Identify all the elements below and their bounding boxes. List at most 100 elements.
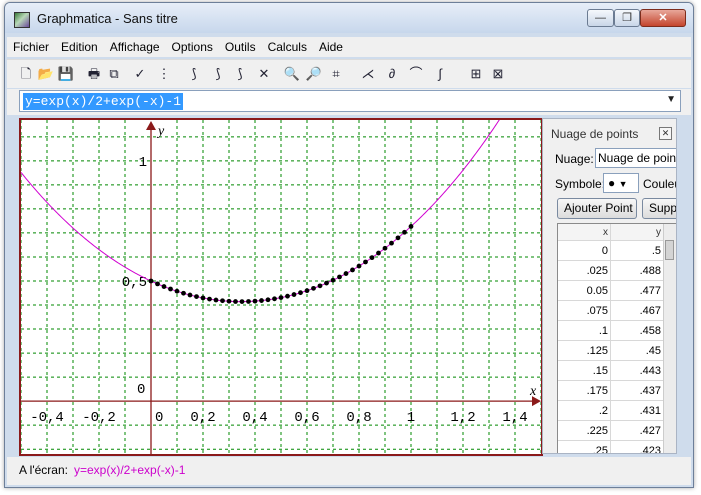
symbol-select[interactable]: ● ▼ <box>603 173 639 193</box>
menu-fichier[interactable]: Fichier <box>7 37 55 54</box>
cell-x[interactable]: .15 <box>558 360 611 381</box>
cell-x[interactable]: .025 <box>558 260 611 281</box>
table-row[interactable]: .025.488 <box>558 260 663 281</box>
window-title: Graphmatica - Sans titre <box>37 11 178 26</box>
graph-icon[interactable]: ⟆ <box>185 65 203 83</box>
data-point <box>363 259 368 265</box>
cell-y[interactable]: .488 <box>610 260 663 281</box>
zoom-in-icon[interactable]: 🔍 <box>283 65 301 83</box>
table-row[interactable]: .075.467 <box>558 300 663 321</box>
integral-icon[interactable]: ∫ <box>431 65 449 83</box>
equation-bar: y=exp(x)/2+exp(-x)-1 ▼ <box>7 89 691 115</box>
data-point <box>356 263 362 269</box>
cell-x[interactable]: .2 <box>558 400 611 421</box>
cell-x[interactable]: .225 <box>558 420 611 441</box>
table-row[interactable]: .225.427 <box>558 420 663 441</box>
data-point <box>161 284 167 289</box>
title-bar[interactable]: Graphmatica - Sans titre — ❐ ✕ <box>5 3 693 33</box>
cell-x[interactable]: .1 <box>558 320 611 341</box>
table-row[interactable]: .175.437 <box>558 380 663 401</box>
data-point <box>187 292 193 298</box>
open-icon[interactable]: 📂 <box>37 65 55 83</box>
fit-icon[interactable]: ⌗ <box>327 65 345 83</box>
cell-x[interactable]: 0 <box>558 240 611 261</box>
curve-icon[interactable]: ⌒ <box>407 65 425 83</box>
table-row[interactable]: 0.5 <box>558 240 663 261</box>
graph-canvas[interactable]: xy-0,4 -0,2 0,2 0,4 0,6 0,8 1 1,2 1,4000,51 <box>21 120 541 454</box>
table-row[interactable]: .2.431 <box>558 400 663 421</box>
points-table[interactable]: x y 0.5.025.488 0.05.477.075.467.1.458.125.… <box>557 223 676 453</box>
equation-text[interactable]: y=exp(x)/2+exp(-x)-1 <box>23 93 184 110</box>
origin-label: 0 <box>137 382 145 398</box>
cell-y[interactable]: .467 <box>610 300 663 321</box>
data-point <box>408 224 414 229</box>
erase-icon[interactable]: ✕ <box>255 65 273 83</box>
print-icon[interactable]: 🖶 <box>85 65 103 83</box>
cell-x[interactable]: 0.05 <box>558 280 611 301</box>
column-header[interactable]: x <box>558 224 611 241</box>
data-point <box>246 299 251 304</box>
table-row[interactable]: 0.05.477 <box>558 280 663 301</box>
grid-toggle-icon[interactable]: ⊠ <box>489 65 507 83</box>
data-point <box>252 298 258 304</box>
table-scrollbar[interactable] <box>663 224 676 453</box>
data-point <box>395 235 401 241</box>
delete-point-button[interactable]: Supprimer <box>642 198 676 219</box>
menu-options[interactable]: Options <box>166 37 219 54</box>
column-header[interactable]: y <box>610 224 663 241</box>
cell-x[interactable]: .175 <box>558 380 611 401</box>
chevron-down-icon[interactable]: ▼ <box>666 94 676 105</box>
cell-x[interactable]: .125 <box>558 340 611 361</box>
data-point <box>330 277 336 283</box>
cloud-select[interactable]: Nuage de points <box>595 148 676 168</box>
table-row[interactable]: .125.45 <box>558 340 663 361</box>
cell-x[interactable]: .25 <box>558 440 611 453</box>
grid-icon[interactable]: ⋮ <box>155 65 173 83</box>
scrollbar-thumb[interactable] <box>665 240 674 260</box>
cell-y[interactable]: .477 <box>610 280 663 301</box>
copy-icon[interactable]: ⧉ <box>105 65 123 83</box>
table-row[interactable]: .1.458 <box>558 320 663 341</box>
data-point <box>285 293 290 299</box>
x-tick-label: 0,2 <box>190 410 215 426</box>
menu-calculs[interactable]: Calculs <box>262 37 313 54</box>
cell-y[interactable]: .458 <box>610 320 663 341</box>
x-axis-label: x <box>529 384 537 399</box>
graph-area[interactable]: x y -0,4 -0,2 0,2 0,4 0,6 0,8 1 1,2 1,4 0 0 0,5 1 <box>19 118 543 456</box>
minimize-button[interactable]: — <box>587 9 614 27</box>
y-axis-arrow <box>146 121 156 130</box>
cell-y[interactable]: .431 <box>610 400 663 421</box>
symbol-label: Symbole: <box>555 177 606 191</box>
derivative-icon[interactable]: ∂ <box>383 65 401 83</box>
check-icon[interactable]: ✓ <box>131 65 149 83</box>
menu-edition[interactable]: Edition <box>55 37 104 54</box>
cell-y[interactable]: .437 <box>610 380 663 401</box>
maximize-button[interactable]: ❐ <box>614 9 640 27</box>
data-point <box>350 267 355 273</box>
zoom-out-icon[interactable]: 🔎 <box>305 65 323 83</box>
equation-input[interactable]: y=exp(x)/2+exp(-x)-1 ▼ <box>19 90 681 112</box>
graph-icon[interactable]: ⟆ <box>231 65 249 83</box>
save-icon[interactable]: 💾 <box>57 65 75 83</box>
add-point-button[interactable]: Ajouter Point <box>557 198 637 219</box>
data-point <box>194 294 199 299</box>
graph-icon[interactable]: ⟆ <box>209 65 227 83</box>
close-icon[interactable]: ✕ <box>659 127 672 140</box>
close-button[interactable]: ✕ <box>640 9 686 27</box>
menu-affichage[interactable]: Affichage <box>104 37 166 54</box>
data-point <box>311 285 316 291</box>
table-row[interactable]: .25.423 <box>558 440 663 453</box>
tangent-icon[interactable]: ⋌ <box>359 65 377 83</box>
cell-y[interactable]: .443 <box>610 360 663 381</box>
new-icon[interactable]: 🗋 <box>17 65 35 83</box>
grid-select-icon[interactable]: ⊞ <box>467 65 485 83</box>
menu-aide[interactable]: Aide <box>313 37 349 54</box>
table-row[interactable]: .15.443 <box>558 360 663 381</box>
cell-y[interactable]: .423 <box>610 440 663 453</box>
cell-y[interactable]: .5 <box>610 240 663 261</box>
data-point <box>369 255 375 261</box>
cell-x[interactable]: .075 <box>558 300 611 321</box>
cell-y[interactable]: .427 <box>610 420 663 441</box>
menu-outils[interactable]: Outils <box>219 37 262 54</box>
cell-y[interactable]: .45 <box>610 340 663 361</box>
